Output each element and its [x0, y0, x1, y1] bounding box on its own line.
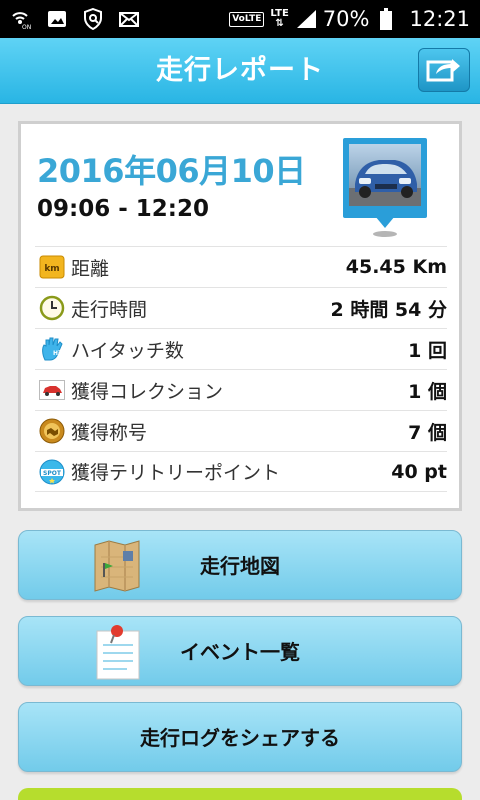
stat-label: 走行時間 [71, 298, 148, 321]
battery-icon [375, 8, 397, 30]
clock-icon [39, 295, 65, 321]
status-bar: ON VoLTE LTE ⇅ 70% 12:21 [0, 0, 480, 38]
drive-map-button[interactable]: 走行地図 [18, 530, 462, 600]
high-five-icon: Hi [39, 336, 65, 362]
report-card: 2016年06月10日 09:06 - 12:20 km 距離 45.45 Km… [18, 121, 462, 511]
km-icon: km [39, 254, 65, 280]
svg-text:km: km [44, 264, 59, 274]
share-log-button[interactable]: 走行ログをシェアする [18, 702, 462, 772]
stat-label: 獲得称号 [71, 421, 148, 444]
car-collection-icon [39, 377, 65, 403]
stat-value: 7 個 [408, 421, 447, 444]
volte-indicator: VoLTE [229, 11, 265, 27]
share-button[interactable] [418, 48, 470, 92]
svg-text:SPOT: SPOT [43, 470, 62, 477]
badge-icon [39, 418, 65, 444]
stat-value: 1 個 [408, 380, 447, 403]
stats-list: km 距離 45.45 Km 走行時間 2 時間 54 分 Hi ハイタッチ数 … [35, 246, 447, 492]
wifi-on-icon: ON [10, 8, 32, 30]
car-photo [349, 144, 421, 206]
lte-indicator: LTE ⇅ [270, 8, 289, 29]
svg-text:Hi: Hi [53, 350, 60, 357]
stat-value: 1 回 [408, 339, 447, 362]
stat-row-territory-points: SPOT 獲得テリトリーポイント 40 pt [35, 451, 447, 492]
drive-map-label: 走行地図 [200, 554, 280, 578]
gallery-icon [46, 8, 68, 30]
car-photo-pin [343, 138, 427, 238]
page-title: 走行レポート [156, 55, 324, 86]
share-icon [426, 54, 462, 86]
stat-row-titles: 獲得称号 7 個 [35, 410, 447, 451]
stat-label: 獲得テリトリーポイント [71, 462, 281, 484]
security-icon [82, 8, 104, 30]
app-bar: 走行レポート [0, 38, 480, 104]
signal-icon [295, 8, 317, 30]
svg-text:ON: ON [22, 24, 31, 30]
stat-label: 距離 [71, 257, 110, 280]
mail-icon [118, 8, 140, 30]
spot-icon: SPOT [39, 459, 65, 485]
clock: 12:21 [409, 7, 470, 31]
stat-label: ハイタッチ数 [71, 339, 184, 362]
share-log-label: 走行ログをシェアする [140, 726, 340, 750]
stat-label: 獲得コレクション [71, 380, 224, 403]
stat-row-high-five: Hi ハイタッチ数 1 回 [35, 328, 447, 369]
green-action-button[interactable] [18, 788, 462, 800]
event-list-button[interactable]: イベント一覧 [18, 616, 462, 686]
stat-value: 2 時間 54 分 [330, 298, 447, 321]
stat-value: 45.45 Km [345, 256, 447, 278]
stat-row-drive-time: 走行時間 2 時間 54 分 [35, 287, 447, 328]
stat-row-collection: 獲得コレクション 1 個 [35, 369, 447, 410]
report-date: 2016年06月10日 [37, 152, 306, 190]
report-time-range: 09:06 - 12:20 [37, 196, 209, 222]
stat-value: 40 pt [391, 460, 447, 483]
event-list-label: イベント一覧 [180, 640, 300, 664]
stat-row-distance: km 距離 45.45 Km [35, 246, 447, 287]
battery-percent: 70% [322, 7, 370, 31]
